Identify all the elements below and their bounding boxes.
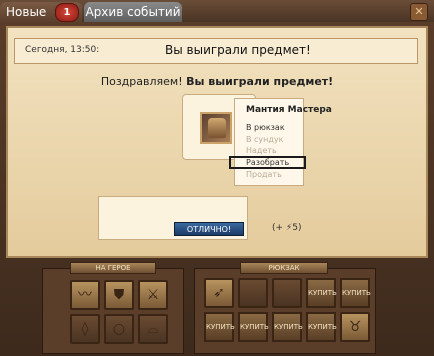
helm-icon: ⌓ xyxy=(147,321,159,337)
notification-badge: 1 xyxy=(55,3,79,22)
tab-new-label: Новые xyxy=(6,5,47,19)
menu-item-equip: Надеть xyxy=(246,146,277,155)
equip-slot-4[interactable]: ◊ xyxy=(70,314,100,344)
whip-icon: 〰 xyxy=(78,287,92,303)
equip-slot-1[interactable]: 〰 xyxy=(70,280,100,310)
menu-selection-highlight xyxy=(229,156,306,169)
ring-icon: ○ xyxy=(112,321,126,337)
horn-icon: ➶ xyxy=(213,285,225,301)
sword-icon: ⚔ xyxy=(146,287,160,303)
event-title: Вы выиграли предмет! xyxy=(165,43,311,57)
bag-icon: ♉ xyxy=(348,319,362,335)
menu-item-to-chest: В сундук xyxy=(246,135,284,144)
backpack-panel-title: РЮКЗАК xyxy=(240,262,328,274)
equip-slot-5[interactable]: ○ xyxy=(104,314,134,344)
tab-new[interactable]: Новые 1 xyxy=(0,2,82,22)
item-menu-title: Мантия Мастера xyxy=(246,105,332,115)
armor-icon: ⛊ xyxy=(113,287,125,303)
menu-item-to-backpack[interactable]: В рюкзак xyxy=(246,123,285,132)
backpack-slot-1[interactable]: ➶ xyxy=(204,278,234,308)
equip-slot-2[interactable]: ⛊ xyxy=(104,280,134,310)
ok-button[interactable]: ОТЛИЧНО! xyxy=(174,222,244,236)
congrats-text: Поздравляем! Вы выиграли предмет! xyxy=(0,75,434,88)
backpack-slot-7[interactable]: ♉ xyxy=(340,312,370,342)
reward-text: (+ ⚡5) xyxy=(272,223,302,233)
tab-bar: Новые 1 Архив событий ✕ xyxy=(0,0,434,22)
congrats-prefix: Поздравляем! xyxy=(100,75,187,88)
robe-icon[interactable] xyxy=(200,112,232,144)
close-icon[interactable]: ✕ xyxy=(410,3,428,21)
buy-slot-button-2[interactable]: КУПИТЬ xyxy=(340,278,371,308)
backpack-slot-2[interactable] xyxy=(238,278,268,308)
congrats-bold: Вы выиграли предмет! xyxy=(186,75,334,88)
menu-item-sell: Продать xyxy=(246,170,282,179)
buy-slot-button-1[interactable]: КУПИТЬ xyxy=(306,278,337,308)
tab-archive[interactable]: Архив событий xyxy=(84,2,182,22)
event-header: Сегодня, 13:50: Вы выиграли предмет! xyxy=(14,38,418,64)
buy-slot-button-5[interactable]: КУПИТЬ xyxy=(272,312,303,342)
buy-slot-button-4[interactable]: КУПИТЬ xyxy=(238,312,269,342)
equip-slot-3[interactable]: ⚔ xyxy=(138,280,168,310)
shield-icon: ◊ xyxy=(81,321,89,337)
buy-slot-button-3[interactable]: КУПИТЬ xyxy=(204,312,235,342)
event-date: Сегодня, 13:50: xyxy=(25,45,100,55)
backpack-slot-3[interactable] xyxy=(272,278,302,308)
equip-slot-6[interactable]: ⌓ xyxy=(138,314,168,344)
buy-slot-button-6[interactable]: КУПИТЬ xyxy=(306,312,337,342)
equip-panel-title: НА ГЕРОЕ xyxy=(70,262,156,274)
